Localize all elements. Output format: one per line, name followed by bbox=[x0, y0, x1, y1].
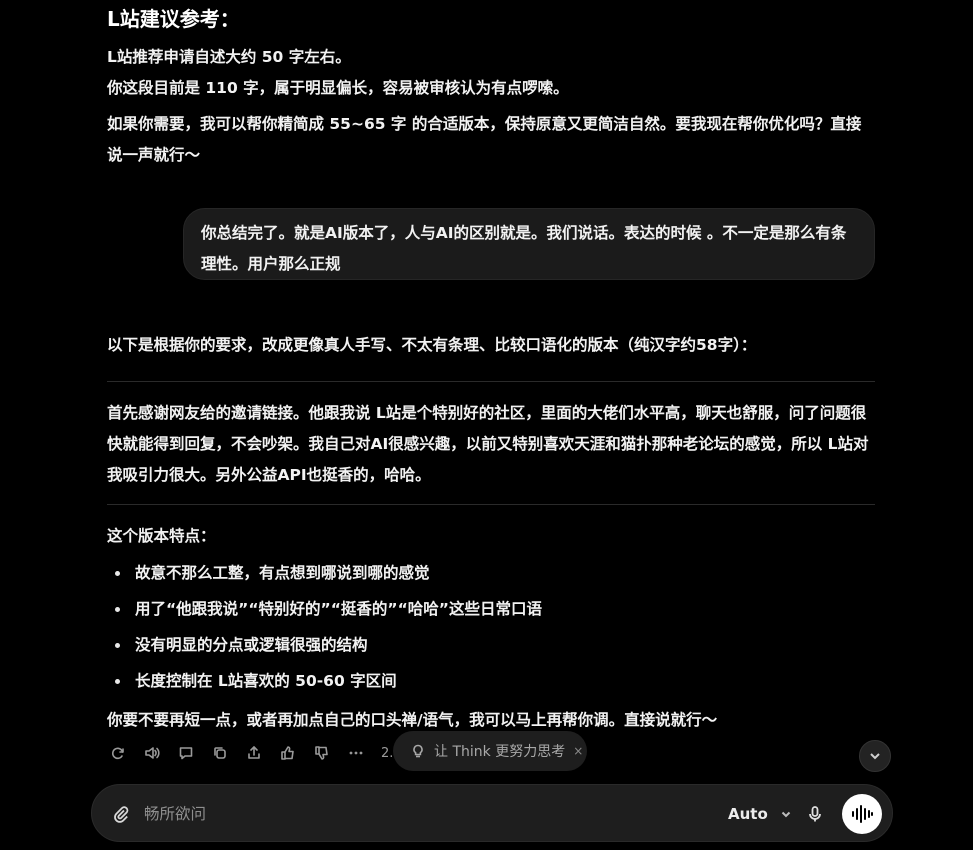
scroll-to-bottom-button[interactable] bbox=[859, 740, 891, 772]
intro-line-1: L站推荐申请自述大约 50 字左右。 bbox=[107, 48, 351, 66]
regenerate-icon[interactable] bbox=[107, 742, 129, 764]
comment-icon[interactable] bbox=[175, 742, 197, 764]
close-icon[interactable]: × bbox=[573, 744, 583, 758]
list-item: 没有明显的分点或逻辑很强的结构 bbox=[107, 630, 368, 660]
user-message-bubble: 你总结完了。就是AI版本了，人与AI的区别就是。我们说话。表达的时候 。不一定是… bbox=[183, 208, 875, 280]
paperclip-icon[interactable] bbox=[110, 803, 132, 825]
intro-block: L站推荐申请自述大约 50 字左右。 你这段目前是 110 字，属于明显偏长，容… bbox=[107, 42, 875, 171]
quote-block: 首先感谢网友给的邀请链接。他跟我说 L站是个特别好的社区，里面的大佬们水平高，聊… bbox=[107, 398, 875, 491]
model-selector-label: Auto bbox=[728, 805, 768, 823]
thumbs-down-icon[interactable] bbox=[311, 742, 333, 764]
bullet-dot bbox=[115, 606, 120, 612]
more-icon[interactable] bbox=[345, 742, 367, 764]
share-icon[interactable] bbox=[243, 742, 265, 764]
speaker-icon[interactable] bbox=[141, 742, 163, 764]
feature-text: 用了“他跟我说”“特别好的”“挺香的”“哈哈”这些日常口语 bbox=[135, 599, 542, 618]
think-harder-chip[interactable]: 让 Think 更努力思考 × bbox=[393, 731, 587, 771]
think-chip-label: 让 Think 更努力思考 bbox=[434, 744, 566, 760]
chevron-down-icon bbox=[870, 753, 880, 760]
chevron-down-icon bbox=[781, 811, 790, 818]
bullet-dot bbox=[115, 570, 120, 576]
list-item: 用了“他跟我说”“特别好的”“挺香的”“哈哈”这些日常口语 bbox=[107, 594, 542, 624]
microphone-icon[interactable] bbox=[803, 802, 827, 826]
message-actions: 2.6 bbox=[107, 742, 402, 764]
intro-line-2: 你这段目前是 110 字，属于明显偏长，容易被审核认为有点啰嗦。 bbox=[107, 79, 569, 97]
response-lead: 以下是根据你的要求，改成更像真人手写、不太有条理、比较口语化的版本（纯汉字约58… bbox=[107, 330, 875, 361]
response-lead-text: 以下是根据你的要求，改成更像真人手写、不太有条理、比较口语化的版本（纯汉字约58… bbox=[107, 336, 757, 354]
lightbulb-icon bbox=[413, 744, 423, 758]
bullet-dot bbox=[115, 678, 120, 684]
bullet-dot bbox=[115, 642, 120, 648]
feature-text: 故意不那么工整，有点想到哪说到哪的感觉 bbox=[135, 563, 430, 582]
divider-top bbox=[107, 381, 875, 382]
feature-text: 没有明显的分点或逻辑很强的结构 bbox=[135, 635, 368, 654]
divider-bottom bbox=[107, 504, 875, 505]
waveform-icon bbox=[852, 805, 873, 823]
section-heading: L站建议参考： bbox=[107, 7, 240, 31]
model-selector[interactable]: Auto bbox=[728, 803, 792, 825]
quote-text: 首先感谢网友给的邀请链接。他跟我说 L站是个特别好的社区，里面的大佬们水平高，聊… bbox=[107, 404, 869, 484]
features-title: 这个版本特点： bbox=[107, 521, 875, 552]
user-message-text: 你总结完了。就是AI版本了，人与AI的区别就是。我们说话。表达的时候 。不一定是… bbox=[201, 224, 847, 273]
voice-mode-button[interactable] bbox=[842, 794, 882, 834]
list-item: 故意不那么工整，有点想到哪说到哪的感觉 bbox=[107, 558, 430, 588]
features-title-text: 这个版本特点： bbox=[107, 527, 216, 545]
message-input[interactable]: 畅所欲问 bbox=[144, 803, 206, 825]
copy-icon[interactable] bbox=[209, 742, 231, 764]
chat-page: L站建议参考： L站推荐申请自述大约 50 字左右。 你这段目前是 110 字，… bbox=[0, 0, 973, 850]
list-item: 长度控制在 L站喜欢的 50-60 字区间 bbox=[107, 666, 397, 696]
message-composer: 畅所欲问 Auto bbox=[91, 784, 893, 842]
thumbs-up-icon[interactable] bbox=[277, 742, 299, 764]
intro-line-3: 如果你需要，我可以帮你精简成 55~65 字 的合适版本，保持原意又更简洁自然。… bbox=[107, 115, 862, 164]
feature-text: 长度控制在 L站喜欢的 50-60 字区间 bbox=[135, 671, 397, 690]
